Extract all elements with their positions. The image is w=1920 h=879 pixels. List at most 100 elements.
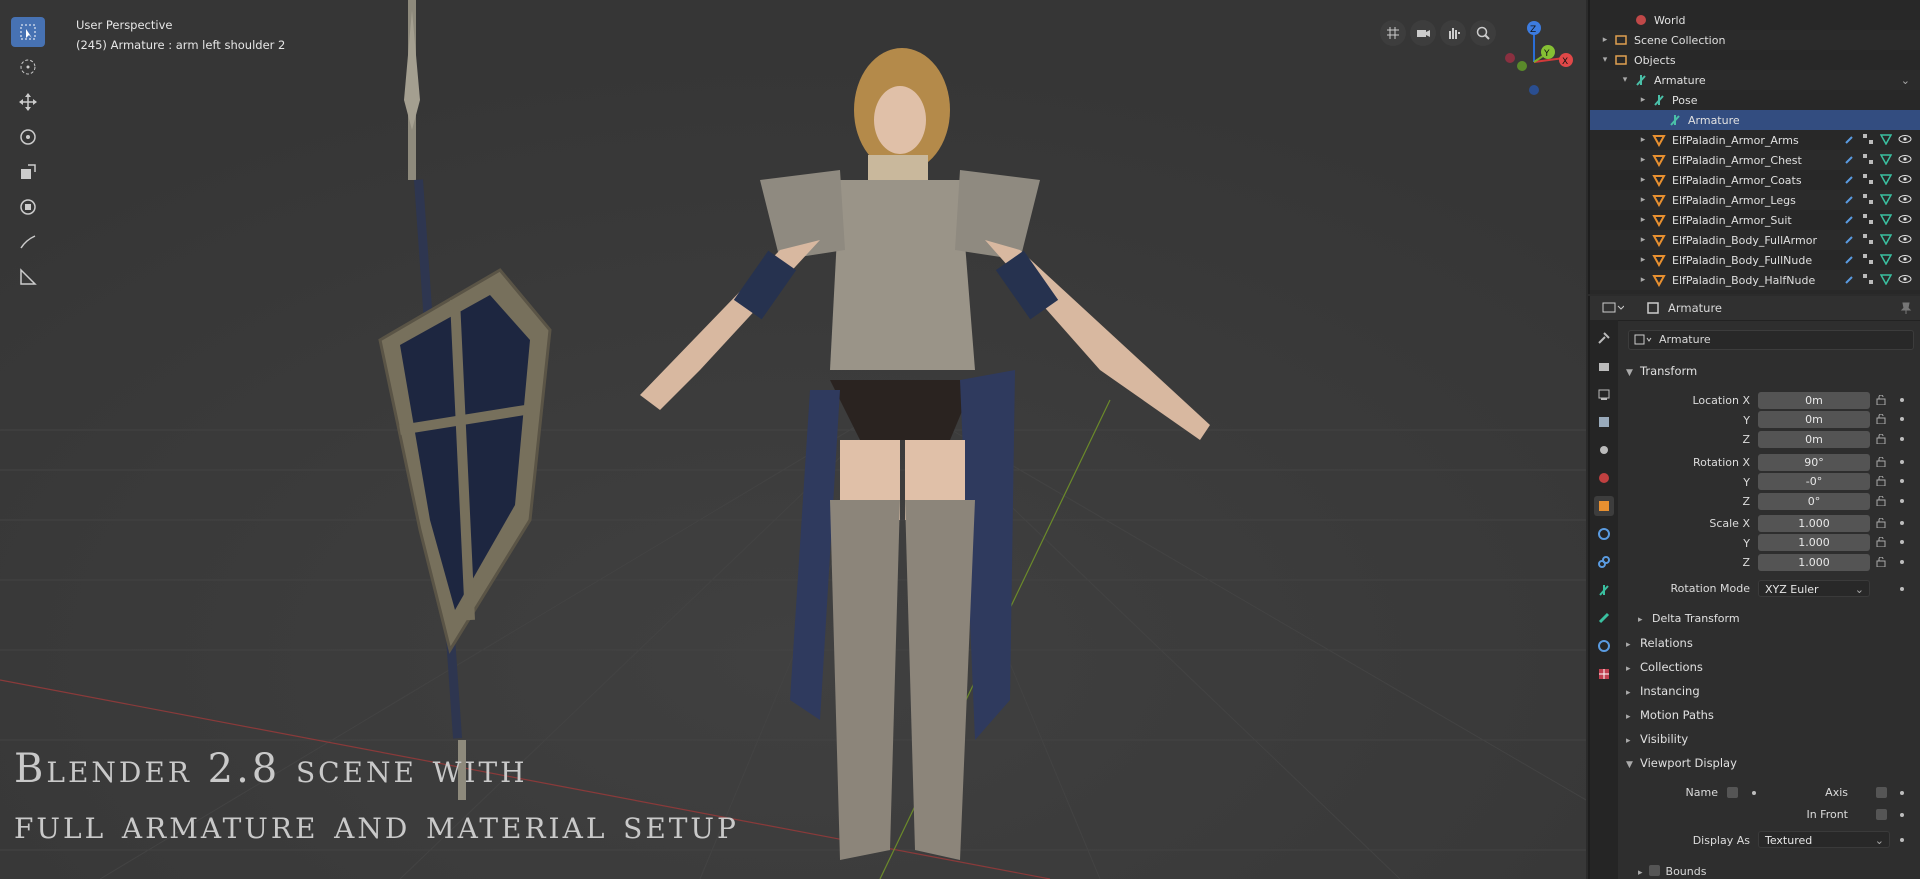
keyframe-dot[interactable] <box>1900 479 1904 483</box>
modifier-tab-icon[interactable] <box>1594 524 1614 544</box>
eye-icon[interactable] <box>1898 273 1912 288</box>
scale-z-field[interactable]: 1.000 <box>1758 554 1870 571</box>
render-tab-icon[interactable] <box>1594 356 1614 376</box>
mesh-data-icon[interactable] <box>1879 213 1893 228</box>
editor-type-icon[interactable] <box>1602 301 1624 315</box>
scene-tab-icon[interactable] <box>1594 440 1614 460</box>
expand-icon[interactable]: ▾ <box>1600 55 1610 65</box>
mesh-data-icon[interactable] <box>1879 133 1893 148</box>
display-as-dropdown[interactable]: Textured ⌄ <box>1758 831 1890 848</box>
scale-icon[interactable] <box>11 157 45 187</box>
eye-icon[interactable] <box>1898 213 1912 228</box>
transform-icon[interactable] <box>11 192 45 222</box>
pan-hand-icon[interactable] <box>1440 20 1466 46</box>
outliner-row[interactable]: ▸ ElfPaladin_Armor_Arms <box>1590 130 1920 150</box>
eye-icon[interactable] <box>1898 133 1912 148</box>
lock-icon[interactable] <box>1876 495 1886 507</box>
modifier-wrench-icon[interactable] <box>1844 133 1856 148</box>
section-instancing[interactable]: ▸ Instancing <box>1626 684 1700 698</box>
modifier-wrench-icon[interactable] <box>1844 273 1856 288</box>
name-checkbox[interactable] <box>1727 787 1738 798</box>
vertex-groups-icon[interactable] <box>1862 193 1874 208</box>
outliner-row[interactable]: World <box>1590 10 1920 30</box>
outliner-row[interactable]: ▾ Objects <box>1590 50 1920 70</box>
lock-icon[interactable] <box>1876 456 1886 468</box>
mesh-data-icon[interactable] <box>1879 153 1893 168</box>
mesh-data-icon[interactable] <box>1879 193 1893 208</box>
lock-icon[interactable] <box>1876 517 1886 529</box>
keyframe-dot[interactable] <box>1752 791 1756 795</box>
eye-icon[interactable] <box>1898 173 1912 188</box>
expand-icon[interactable]: ▸ <box>1638 135 1648 145</box>
select-box-icon[interactable] <box>11 17 45 47</box>
in-front-checkbox[interactable] <box>1876 809 1887 820</box>
location-y-field[interactable]: 0m <box>1758 411 1870 428</box>
vertex-groups-icon[interactable] <box>1862 213 1874 228</box>
vertex-groups-icon[interactable] <box>1862 173 1874 188</box>
eye-icon[interactable] <box>1898 233 1912 248</box>
pin-icon[interactable] <box>1900 301 1912 315</box>
vertex-groups-icon[interactable] <box>1862 273 1874 288</box>
outliner-panel[interactable]: World ▸ Scene Collection ▾ Objects ▾ Armature ⌄… <box>1588 0 1920 294</box>
keyframe-dot[interactable] <box>1900 813 1904 817</box>
outliner-row[interactable]: ▸ Scene Collection <box>1590 30 1920 50</box>
scale-x-field[interactable]: 1.000 <box>1758 515 1870 532</box>
modifier-wrench-icon[interactable] <box>1844 153 1856 168</box>
vertex-groups-icon[interactable] <box>1862 233 1874 248</box>
section-relations[interactable]: ▸ Relations <box>1626 636 1693 650</box>
section-collections[interactable]: ▸ Collections <box>1626 660 1703 674</box>
lock-icon[interactable] <box>1876 556 1886 568</box>
lock-icon[interactable] <box>1876 394 1886 406</box>
modifier-wrench-icon[interactable] <box>1844 253 1856 268</box>
keyframe-dot[interactable] <box>1900 398 1904 402</box>
lock-icon[interactable] <box>1876 433 1886 445</box>
keyframe-dot[interactable] <box>1900 460 1904 464</box>
bounds-checkbox[interactable] <box>1648 865 1660 876</box>
object-tab-icon[interactable] <box>1594 496 1614 516</box>
location-x-field[interactable]: 0m <box>1758 392 1870 409</box>
axis-checkbox[interactable] <box>1876 787 1887 798</box>
viewport-display-header[interactable]: ▼ Viewport Display <box>1626 756 1737 770</box>
delta-transform-header[interactable]: ▸ Delta Transform <box>1638 612 1740 625</box>
lock-icon[interactable] <box>1876 536 1886 548</box>
outliner-row[interactable]: ▸ ElfPaladin_Body_HalfNude <box>1590 270 1920 290</box>
section-visibility[interactable]: ▸ Visibility <box>1626 732 1688 746</box>
mesh-data-icon[interactable] <box>1879 173 1893 188</box>
expand-icon[interactable]: ▸ <box>1638 95 1648 105</box>
expand-icon[interactable]: ▸ <box>1638 155 1648 165</box>
location-z-field[interactable]: 0m <box>1758 431 1870 448</box>
bone-constraint-tab-icon[interactable] <box>1594 636 1614 656</box>
lock-icon[interactable] <box>1876 413 1886 425</box>
expand-icon[interactable]: ▸ <box>1638 215 1648 225</box>
outliner-row[interactable]: ▸ ElfPaladin_Armor_Suit <box>1590 210 1920 230</box>
3d-viewport[interactable]: User Perspective (245) Armature : arm le… <box>0 0 1586 879</box>
keyframe-dot[interactable] <box>1900 437 1904 441</box>
eye-icon[interactable] <box>1898 253 1912 268</box>
zoom-icon[interactable] <box>1470 20 1496 46</box>
mesh-data-icon[interactable] <box>1879 253 1893 268</box>
keyframe-dot[interactable] <box>1900 587 1904 591</box>
mesh-data-icon[interactable] <box>1879 233 1893 248</box>
rotation-z-field[interactable]: 0° <box>1758 493 1870 510</box>
grid-toggle-icon[interactable] <box>1380 20 1406 46</box>
outliner-row[interactable]: ▾ Armature ⌄ <box>1590 70 1920 90</box>
vertex-groups-icon[interactable] <box>1862 153 1874 168</box>
expand-icon[interactable]: ▸ <box>1600 35 1610 45</box>
rotate-icon[interactable] <box>11 122 45 152</box>
world-tab-icon[interactable] <box>1594 468 1614 488</box>
eye-icon[interactable] <box>1898 153 1912 168</box>
rotation-y-field[interactable]: -0° <box>1758 473 1870 490</box>
modifier-wrench-icon[interactable] <box>1844 173 1856 188</box>
tool-tab-icon[interactable] <box>1594 328 1614 348</box>
expand-icon[interactable]: ▸ <box>1638 275 1648 285</box>
keyframe-dot[interactable] <box>1900 521 1904 525</box>
keyframe-dot[interactable] <box>1900 499 1904 503</box>
keyframe-dot[interactable] <box>1900 540 1904 544</box>
keyframe-dot[interactable] <box>1900 560 1904 564</box>
keyframe-dot[interactable] <box>1900 838 1904 842</box>
expand-icon[interactable]: ▾ <box>1620 75 1630 85</box>
annotate-icon[interactable] <box>11 227 45 257</box>
measure-icon[interactable] <box>11 262 45 292</box>
object-name-field[interactable]: Armature <box>1628 330 1914 350</box>
texture-tab-icon[interactable] <box>1594 664 1614 684</box>
